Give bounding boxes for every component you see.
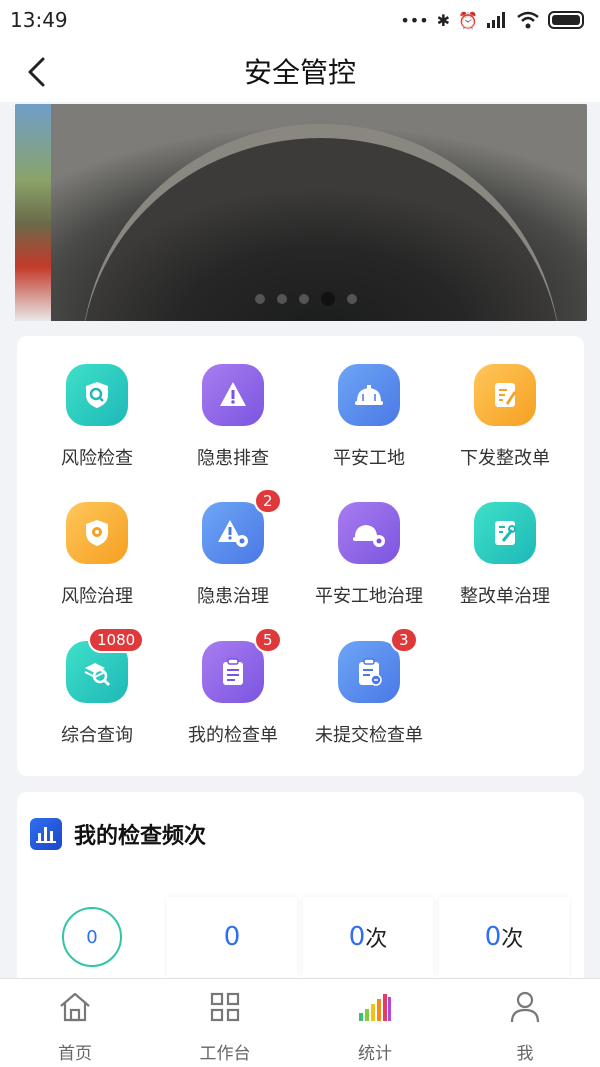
tab-label: 首页 — [58, 1044, 92, 1064]
menu-item[interactable]: 下发整改单 — [435, 364, 575, 494]
stat-value: 0 — [223, 922, 241, 952]
clipboard-pending-icon: 3 — [338, 627, 418, 703]
battery-icon — [548, 11, 584, 29]
menu-item[interactable]: 平安工地 — [299, 364, 439, 494]
menu-item-label: 未提交检查单 — [315, 725, 423, 746]
menu-item-label: 平安工地 — [333, 448, 405, 469]
menu-item[interactable]: 1080 综合查询 — [27, 627, 167, 771]
notification-badge: 3 — [390, 627, 418, 653]
stat-circle: 0 — [62, 907, 122, 967]
carousel-dots — [255, 292, 357, 306]
menu-item-label: 风险检查 — [61, 448, 133, 469]
banner-tunnel-image — [51, 104, 587, 321]
hard-hat-icon — [338, 364, 400, 426]
menu-item-label: 隐患排查 — [197, 448, 269, 469]
notification-badge: 1080 — [88, 627, 145, 653]
stat-unit: 次 — [365, 927, 388, 952]
menu-item-label: 综合查询 — [61, 725, 133, 746]
shield-gear-icon — [66, 502, 128, 564]
carousel-dot[interactable] — [277, 294, 287, 304]
tab-home[interactable]: 首页 — [0, 979, 150, 1067]
stat-value: 0 — [348, 922, 366, 952]
menu-item[interactable]: 5 我的检查单 — [163, 627, 303, 771]
stat-cell[interactable]: 0 — [27, 897, 157, 977]
stats-row: 0 0 0 次 0 次 — [27, 897, 575, 977]
menu-item-label: 我的检查单 — [188, 725, 278, 746]
home-icon — [57, 989, 93, 1025]
banner-carousel[interactable] — [15, 104, 587, 321]
clipboard-icon: 5 — [202, 627, 282, 703]
stat-cell[interactable]: 0 次 — [439, 897, 569, 977]
stat-cell[interactable]: 0 — [167, 897, 297, 977]
stats-title: 我的检查频次 — [74, 824, 207, 849]
menu-item[interactable]: 风险检查 — [27, 364, 167, 494]
tab-me[interactable]: 我 — [450, 979, 600, 1067]
tab-statistics[interactable]: 统计 — [300, 979, 450, 1067]
bluetooth-icon: ✱ — [436, 10, 451, 30]
function-grid: 风险检查 隐患排查 平安工地 下发整改单风险治理 2 隐患治理 平安工地治理 整改单治理 108… — [17, 336, 584, 776]
notification-badge: 2 — [254, 488, 282, 514]
menu-item[interactable]: 整改单治理 — [435, 502, 575, 632]
status-icons: ••• ✱ ⏰ — [400, 11, 584, 30]
back-button[interactable] — [16, 52, 56, 92]
menu-item[interactable]: 风险治理 — [27, 502, 167, 632]
bottom-tab-bar: 首页 工作台 统计 我 — [0, 978, 600, 1067]
carousel-dot[interactable] — [321, 292, 335, 306]
menu-item[interactable]: 隐患排查 — [163, 364, 303, 494]
layers-search-icon: 1080 — [66, 627, 145, 703]
menu-item-label: 风险治理 — [61, 586, 133, 607]
carousel-dot[interactable] — [347, 294, 357, 304]
menu-item-label: 平安工地治理 — [315, 586, 423, 607]
stats-header: 我的检查频次 — [30, 818, 206, 850]
stat-unit: 次 — [501, 927, 524, 952]
header: 安全管控 — [0, 40, 600, 102]
menu-item-label: 下发整改单 — [460, 448, 550, 469]
user-icon — [507, 989, 543, 1025]
shield-search-icon — [66, 364, 128, 426]
tab-label: 我 — [516, 1044, 534, 1064]
stat-value: 0 — [484, 922, 502, 952]
notification-badge: 5 — [254, 627, 282, 653]
alarm-icon: ⏰ — [458, 10, 478, 30]
tab-label: 统计 — [358, 1044, 392, 1064]
warning-gear-icon: 2 — [202, 488, 282, 564]
chart-icon — [30, 818, 62, 850]
menu-item-label: 隐患治理 — [197, 586, 269, 607]
status-time: 13:49 — [10, 8, 68, 32]
stats-card: 我的检查频次 0 0 0 次 0 次 — [17, 792, 584, 992]
bar-chart-icon — [357, 989, 393, 1025]
banner-side-image — [15, 104, 51, 321]
edit-document-icon — [474, 364, 536, 426]
menu-item-label: 整改单治理 — [460, 586, 550, 607]
warning-icon — [202, 364, 264, 426]
stat-value: 0 — [86, 926, 98, 948]
carousel-dot[interactable] — [299, 294, 309, 304]
grid-icon — [207, 989, 243, 1025]
tab-label: 工作台 — [199, 1044, 251, 1064]
hard-hat-gear-icon — [338, 502, 400, 564]
wrench-document-icon — [474, 502, 536, 564]
stat-cell[interactable]: 0 次 — [303, 897, 433, 977]
wifi-icon — [517, 11, 539, 29]
chevron-left-icon — [28, 57, 45, 87]
tab-workbench[interactable]: 工作台 — [150, 979, 300, 1067]
page-title: 安全管控 — [243, 56, 356, 89]
carousel-dot[interactable] — [255, 294, 265, 304]
menu-item[interactable]: 平安工地治理 — [299, 502, 439, 632]
signal-icon — [487, 12, 505, 28]
menu-item[interactable]: 2 隐患治理 — [163, 488, 303, 632]
more-dots-icon: ••• — [400, 10, 429, 30]
status-bar: 13:49 ••• ✱ ⏰ — [0, 0, 600, 40]
menu-item[interactable]: 3 未提交检查单 — [299, 627, 439, 771]
